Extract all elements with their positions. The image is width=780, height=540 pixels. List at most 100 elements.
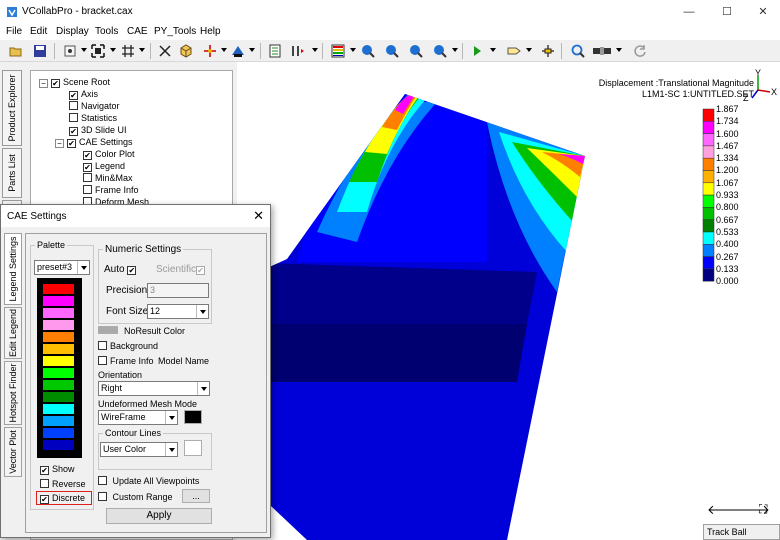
magnify-icon[interactable] <box>570 43 586 59</box>
fit-icon[interactable] <box>90 43 106 59</box>
checkbox-unchecked[interactable] <box>83 185 92 194</box>
tab-vector-plot[interactable]: Vector Plot <box>4 427 22 477</box>
frame-info-checkbox[interactable]: Frame Info <box>98 356 154 366</box>
palette-swatch[interactable] <box>43 308 74 318</box>
checkbox-checked[interactable]: ✔ <box>83 151 92 160</box>
show-checkbox[interactable]: ✔ Show <box>40 464 75 475</box>
checkbox-checked[interactable]: ✔ <box>67 139 76 148</box>
palette-swatch[interactable] <box>43 428 74 438</box>
custom-range-checkbox[interactable]: Custom Range <box>98 492 173 502</box>
save-icon[interactable] <box>32 43 48 59</box>
scale-icon[interactable] <box>157 43 173 59</box>
custom-range-button[interactable]: ... <box>182 489 210 503</box>
menu-cae[interactable]: CAE <box>127 26 148 37</box>
zoom-in-icon[interactable] <box>360 43 376 59</box>
checkbox-unchecked[interactable] <box>69 101 78 110</box>
collapse-icon[interactable]: − <box>39 79 48 88</box>
orientation-dropdown[interactable]: Right <box>98 381 210 396</box>
tree-item-minmax[interactable]: Min&Max <box>83 172 133 184</box>
tree-item-legend[interactable]: ✔ Legend <box>83 160 125 172</box>
palette-swatch[interactable] <box>43 440 74 450</box>
zoom-out-icon[interactable] <box>384 43 400 59</box>
tree-item-cae-settings[interactable]: − ✔ CAE Settings <box>55 136 133 148</box>
fullscreen-icon[interactable]: ⛶ <box>759 502 767 517</box>
palette-swatch[interactable] <box>43 380 74 390</box>
3d-viewport[interactable]: Y X Z Displacement :Translational Magnit… <box>237 62 780 540</box>
palette-swatch[interactable] <box>43 416 74 426</box>
tab-edit-legend[interactable]: Edit Legend <box>4 307 22 359</box>
maximize-button[interactable]: ☐ <box>712 3 742 21</box>
tree-item-3d-slide-ui[interactable]: ✔ 3D Slide UI <box>69 124 127 136</box>
palette-swatch[interactable] <box>43 284 74 294</box>
background-checkbox[interactable]: Background <box>98 341 158 351</box>
update-viewpoints-checkbox[interactable]: Update All Viewpoints <box>98 476 199 486</box>
font-size-dropdown[interactable]: 12 <box>147 304 209 319</box>
tab-hotspot-finder[interactable]: Hotspot Finder <box>4 361 22 425</box>
discrete-checkbox[interactable]: ✔ Discrete <box>36 491 92 505</box>
tab-product-explorer[interactable]: Product Explorer <box>2 70 22 146</box>
palette-icon[interactable] <box>330 43 346 59</box>
menu-tools[interactable]: Tools <box>95 26 118 37</box>
open-icon[interactable] <box>8 43 24 59</box>
mesh-color-swatch[interactable] <box>184 410 202 424</box>
grid-icon[interactable] <box>120 43 136 59</box>
zoom-area-icon[interactable] <box>432 43 448 59</box>
checkbox-checked[interactable]: ✔ <box>69 127 78 136</box>
chevron-down-icon[interactable] <box>165 443 177 456</box>
palette-swatch[interactable] <box>43 356 74 366</box>
view-icon[interactable] <box>62 43 78 59</box>
menu-display[interactable]: Display <box>56 26 89 37</box>
preset-dropdown[interactable]: preset#3 <box>34 260 90 275</box>
model-render[interactable] <box>237 62 780 540</box>
palette-swatch[interactable] <box>43 296 74 306</box>
clip-icon[interactable] <box>267 43 283 59</box>
checkbox-unchecked[interactable] <box>69 113 78 122</box>
tree-item-axis[interactable]: ✔ Axis <box>69 88 98 100</box>
noresult-color-swatch[interactable] <box>98 326 118 334</box>
menu-file[interactable]: File <box>6 26 22 37</box>
cube-icon[interactable] <box>178 43 194 59</box>
auto-checkbox[interactable]: Auto ✔ <box>104 264 139 275</box>
menu-help[interactable]: Help <box>200 26 221 37</box>
zoom-box-icon[interactable] <box>408 43 424 59</box>
menu-pytools[interactable]: PY_Tools <box>154 26 196 37</box>
render-icon[interactable] <box>230 43 246 59</box>
chevron-down-icon[interactable] <box>196 305 208 318</box>
slide-icon[interactable] <box>592 43 612 59</box>
tree-item-navigator[interactable]: Navigator <box>69 100 120 112</box>
axis-icon[interactable] <box>202 43 218 59</box>
checkbox-checked[interactable]: ✔ <box>69 91 78 100</box>
close-icon[interactable]: ✕ <box>253 209 264 222</box>
tab-legend-settings[interactable]: Legend Settings <box>4 233 22 305</box>
scientific-checkbox[interactable]: Scientific✔ <box>156 264 208 275</box>
tree-item-scene-root[interactable]: − ✔ Scene Root <box>39 76 110 88</box>
contour-color-dropdown[interactable]: User Color <box>100 442 178 457</box>
precision-spinner[interactable]: 3 <box>147 283 209 298</box>
palette-swatch[interactable] <box>43 368 74 378</box>
palette-swatch[interactable] <box>43 332 74 342</box>
tree-item-color-plot[interactable]: ✔ Color Plot <box>83 148 135 160</box>
palette-swatch[interactable] <box>43 392 74 402</box>
model-name-checkbox[interactable]: Model Name <box>158 356 209 366</box>
play-icon[interactable] <box>469 43 485 59</box>
chevron-down-icon[interactable] <box>165 411 177 424</box>
palette-swatch[interactable] <box>43 344 74 354</box>
checkbox-checked[interactable]: ✔ <box>51 79 60 88</box>
apply-button[interactable]: Apply <box>106 508 212 524</box>
chevron-down-icon[interactable] <box>197 382 209 395</box>
tree-item-statistics[interactable]: Statistics <box>69 112 117 124</box>
label-icon[interactable] <box>506 43 522 59</box>
undeformed-mesh-dropdown[interactable]: WireFrame <box>98 410 178 425</box>
tab-parts-list[interactable]: Parts List <box>2 148 22 198</box>
minimize-button[interactable]: — <box>674 3 704 21</box>
tree-item-frame-info[interactable]: Frame Info <box>83 184 139 196</box>
step-icon[interactable] <box>290 43 306 59</box>
palette-swatch[interactable] <box>43 404 74 414</box>
menu-edit[interactable]: Edit <box>30 26 47 37</box>
close-window-button[interactable]: ✕ <box>748 3 778 21</box>
probe-icon[interactable] <box>540 43 556 59</box>
contour-color-swatch[interactable] <box>184 440 202 456</box>
palette-swatch[interactable] <box>43 320 74 330</box>
checkbox-unchecked[interactable] <box>83 173 92 182</box>
reverse-checkbox[interactable]: Reverse <box>40 479 86 489</box>
